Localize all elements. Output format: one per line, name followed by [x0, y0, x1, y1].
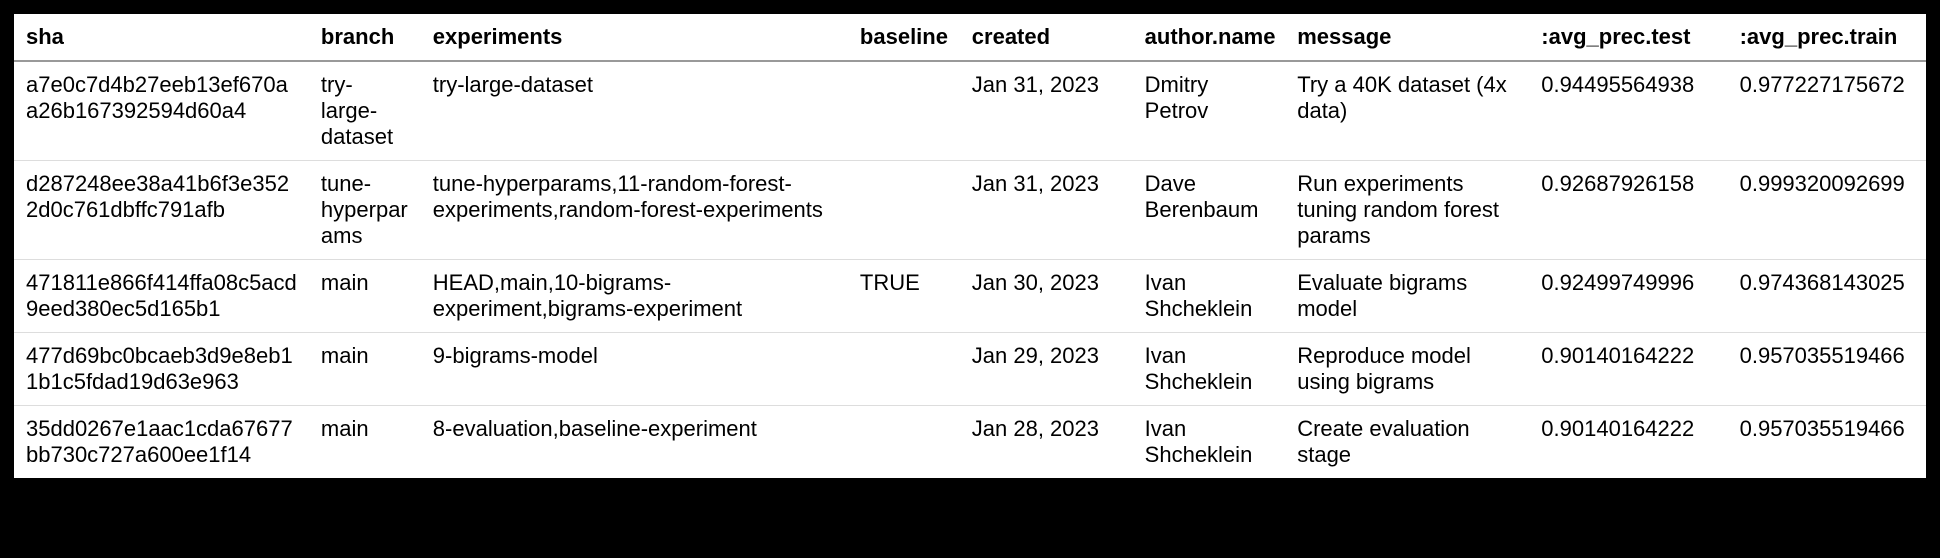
header-author-name[interactable]: author.name [1133, 14, 1286, 61]
cell-experiments: try-large-dataset [421, 61, 848, 161]
cell-baseline: TRUE [848, 260, 960, 333]
header-experiments[interactable]: experiments [421, 14, 848, 61]
cell-author-name: Dave Berenbaum [1133, 161, 1286, 260]
cell-baseline [848, 333, 960, 406]
cell-created: Jan 31, 2023 [960, 61, 1133, 161]
header-created[interactable]: created [960, 14, 1133, 61]
cell-branch: try-large-dataset [309, 61, 421, 161]
cell-branch: main [309, 406, 421, 479]
cell-avg-prec-test: 0.92687926158 [1529, 161, 1727, 260]
cell-created: Jan 30, 2023 [960, 260, 1133, 333]
cell-avg-prec-train: 0.974368143025 [1728, 260, 1926, 333]
table-row[interactable]: 471811e866f414ffa08c5acd9eed380ec5d165b1… [14, 260, 1926, 333]
cell-branch: main [309, 260, 421, 333]
cell-sha: 471811e866f414ffa08c5acd9eed380ec5d165b1 [14, 260, 309, 333]
header-sha[interactable]: sha [14, 14, 309, 61]
header-message[interactable]: message [1285, 14, 1529, 61]
cell-message: Create evaluation stage [1285, 406, 1529, 479]
table-row[interactable]: 35dd0267e1aac1cda67677bb730c727a600ee1f1… [14, 406, 1926, 479]
cell-author-name: Ivan Shcheklein [1133, 260, 1286, 333]
cell-avg-prec-train: 0.957035519466 [1728, 406, 1926, 479]
experiments-table: sha branch experiments baseline created … [14, 14, 1926, 478]
cell-message: Run experiments tuning random forest par… [1285, 161, 1529, 260]
table-row[interactable]: a7e0c7d4b27eeb13ef670aa26b167392594d60a4… [14, 61, 1926, 161]
cell-experiments: 8-evaluation,baseline-experiment [421, 406, 848, 479]
cell-baseline [848, 161, 960, 260]
cell-avg-prec-train: 0.957035519466 [1728, 333, 1926, 406]
cell-author-name: Ivan Shcheklein [1133, 406, 1286, 479]
cell-message: Try a 40K dataset (4x data) [1285, 61, 1529, 161]
cell-experiments: 9-bigrams-model [421, 333, 848, 406]
header-avg-prec-train[interactable]: :avg_prec.train [1728, 14, 1926, 61]
cell-baseline [848, 61, 960, 161]
cell-sha: d287248ee38a41b6f3e3522d0c761dbffc791afb [14, 161, 309, 260]
cell-sha: a7e0c7d4b27eeb13ef670aa26b167392594d60a4 [14, 61, 309, 161]
table-row[interactable]: d287248ee38a41b6f3e3522d0c761dbffc791afb… [14, 161, 1926, 260]
table-header-row: sha branch experiments baseline created … [14, 14, 1926, 61]
cell-baseline [848, 406, 960, 479]
header-branch[interactable]: branch [309, 14, 421, 61]
cell-author-name: Ivan Shcheklein [1133, 333, 1286, 406]
cell-avg-prec-test: 0.94495564938 [1529, 61, 1727, 161]
cell-sha: 477d69bc0bcaeb3d9e8eb11b1c5fdad19d63e963 [14, 333, 309, 406]
cell-author-name: Dmitry Petrov [1133, 61, 1286, 161]
cell-avg-prec-test: 0.92499749996 [1529, 260, 1727, 333]
experiments-table-wrapper: sha branch experiments baseline created … [14, 14, 1926, 478]
cell-avg-prec-test: 0.90140164222 [1529, 406, 1727, 479]
cell-branch: main [309, 333, 421, 406]
cell-created: Jan 28, 2023 [960, 406, 1133, 479]
cell-sha: 35dd0267e1aac1cda67677bb730c727a600ee1f1… [14, 406, 309, 479]
cell-created: Jan 31, 2023 [960, 161, 1133, 260]
cell-avg-prec-train: 0.999320092699 [1728, 161, 1926, 260]
cell-message: Reproduce model using bigrams [1285, 333, 1529, 406]
header-baseline[interactable]: baseline [848, 14, 960, 61]
cell-message: Evaluate bigrams model [1285, 260, 1529, 333]
cell-experiments: tune-hyperparams,11-random-forest-experi… [421, 161, 848, 260]
table-row[interactable]: 477d69bc0bcaeb3d9e8eb11b1c5fdad19d63e963… [14, 333, 1926, 406]
header-avg-prec-test[interactable]: :avg_prec.test [1529, 14, 1727, 61]
cell-avg-prec-test: 0.90140164222 [1529, 333, 1727, 406]
cell-avg-prec-train: 0.977227175672 [1728, 61, 1926, 161]
cell-created: Jan 29, 2023 [960, 333, 1133, 406]
cell-branch: tune-hyperparams [309, 161, 421, 260]
cell-experiments: HEAD,main,10-bigrams-experiment,bigrams-… [421, 260, 848, 333]
